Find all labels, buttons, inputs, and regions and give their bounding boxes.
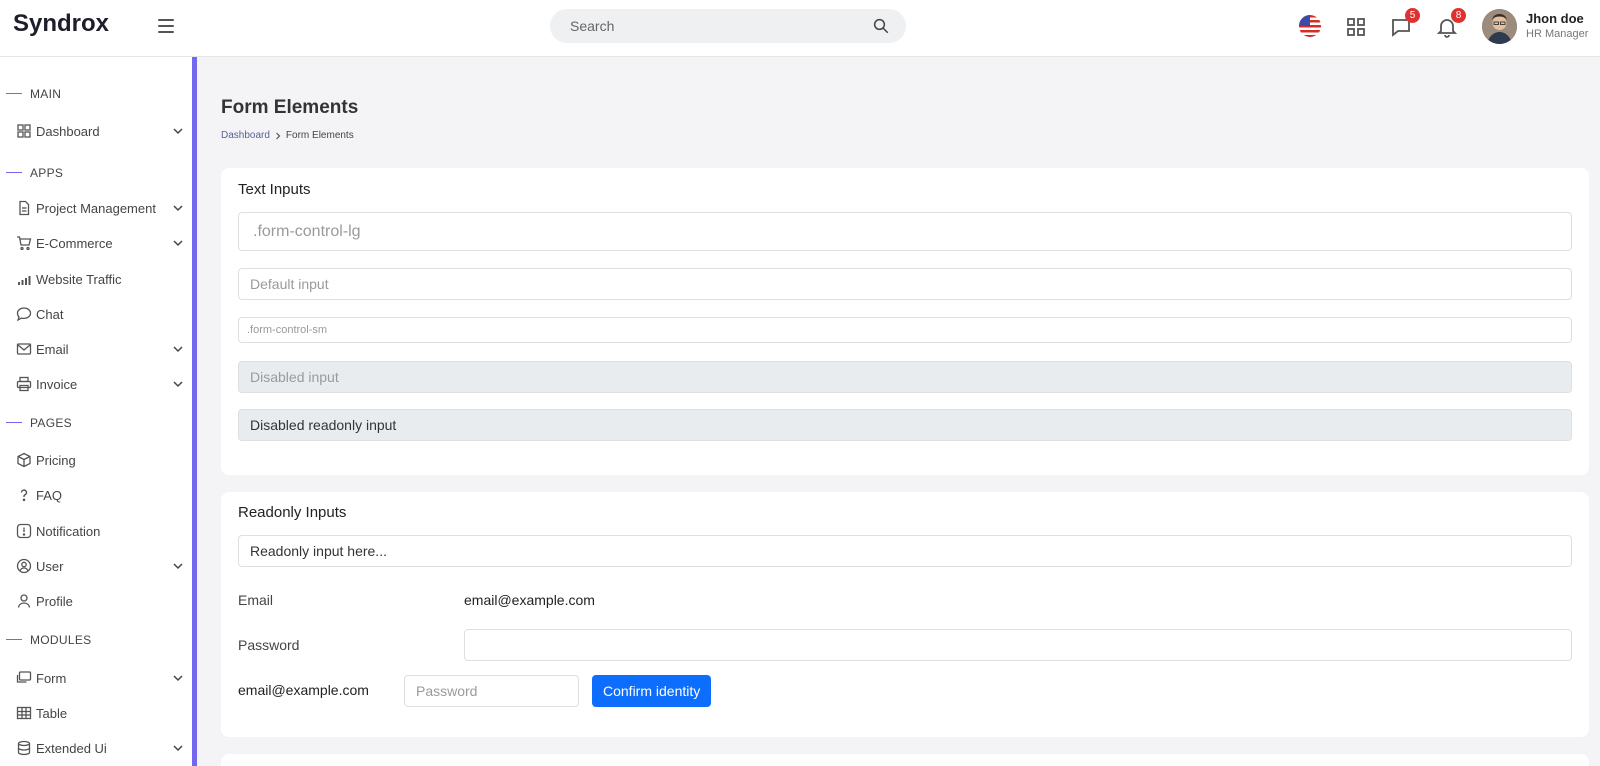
sidebar-item-ecommerce[interactable]: E-Commerce <box>0 229 192 257</box>
us-flag-icon[interactable] <box>1299 15 1321 37</box>
sidebar-item-notification[interactable]: Notification <box>0 517 192 545</box>
sidebar: MAIN Dashboard APPS Project Management E… <box>0 57 197 766</box>
user-circle-icon <box>16 558 32 574</box>
inline-password-input[interactable] <box>404 675 579 707</box>
chevron-down-icon <box>173 381 183 388</box>
breadcrumb: Dashboard Form Elements <box>221 130 354 141</box>
printer-icon <box>16 376 32 392</box>
chevron-down-icon <box>173 563 183 570</box>
sidebar-item-profile[interactable]: Profile <box>0 587 192 615</box>
user-name[interactable]: Jhon doe <box>1526 11 1584 26</box>
notification-badge: 8 <box>1451 8 1466 23</box>
inline-email-plaintext: email@example.com <box>238 682 369 698</box>
sidebar-item-pricing[interactable]: Pricing <box>0 446 192 474</box>
avatar[interactable] <box>1482 9 1517 44</box>
sidebar-item-extended-ui[interactable]: Extended Ui <box>0 734 192 762</box>
bar-chart-icon <box>18 276 31 285</box>
chat-badge: 5 <box>1405 8 1420 23</box>
sidebar-item-email[interactable]: Email <box>0 335 192 363</box>
cart-icon <box>17 236 32 251</box>
password-label: Password <box>238 637 300 653</box>
document-icon <box>19 200 30 216</box>
menu-toggle-icon[interactable] <box>158 19 174 33</box>
chevron-down-icon <box>173 128 183 135</box>
next-card <box>221 754 1589 766</box>
sidebar-item-faq[interactable]: FAQ <box>0 481 192 509</box>
card-title-readonly-inputs: Readonly Inputs <box>238 504 347 521</box>
sidebar-item-invoice[interactable]: Invoice <box>0 370 192 398</box>
form-control-lg-input[interactable] <box>238 212 1572 251</box>
apps-grid-icon[interactable] <box>1344 15 1368 39</box>
sidebar-item-table[interactable]: Table <box>0 699 192 727</box>
sidebar-item-chat[interactable]: Chat <box>0 300 192 328</box>
search-bar <box>550 9 906 43</box>
text-inputs-card: Text Inputs <box>221 168 1589 475</box>
card-title-text-inputs: Text Inputs <box>238 181 311 198</box>
sidebar-item-website-traffic[interactable]: Website Traffic <box>0 265 192 293</box>
confirm-identity-button[interactable]: Confirm identity <box>592 675 712 707</box>
breadcrumb-home-link[interactable]: Dashboard <box>221 130 270 141</box>
box-icon <box>17 452 31 468</box>
alert-icon <box>16 523 32 539</box>
chevron-down-icon <box>173 240 183 247</box>
chevron-down-icon <box>173 205 183 212</box>
sidebar-item-dashboard[interactable]: Dashboard <box>0 117 192 145</box>
password-input[interactable] <box>464 629 1572 661</box>
question-icon <box>20 489 28 502</box>
user-role: HR Manager <box>1526 28 1589 40</box>
form-icon <box>16 671 32 683</box>
readonly-inputs-card: Readonly Inputs Email email@example.com … <box>221 492 1589 737</box>
envelope-icon <box>16 343 32 355</box>
notifications-button[interactable]: 8 <box>1435 8 1466 39</box>
chevron-right-icon <box>275 132 281 139</box>
chevron-down-icon <box>173 346 183 353</box>
page-title: Form Elements <box>221 97 359 118</box>
person-icon <box>17 594 31 608</box>
grid-icon <box>17 124 31 138</box>
table-icon <box>16 706 32 720</box>
messages-button[interactable]: 5 <box>1389 8 1420 39</box>
search-input[interactable] <box>570 9 850 43</box>
search-icon[interactable] <box>872 17 890 35</box>
chat-bubble-icon <box>16 307 32 322</box>
sidebar-item-project-management[interactable]: Project Management <box>0 194 192 222</box>
top-header: Syndrox 5 8 <box>0 0 1600 57</box>
disabled-input <box>238 361 1572 393</box>
sidebar-item-form[interactable]: Form <box>0 664 192 692</box>
chevron-down-icon <box>173 675 183 682</box>
default-input[interactable] <box>238 268 1572 300</box>
email-plaintext: email@example.com <box>464 592 595 608</box>
disabled-readonly-input <box>238 409 1572 441</box>
form-control-sm-input[interactable] <box>238 317 1572 343</box>
sidebar-item-user[interactable]: User <box>0 552 192 580</box>
readonly-input[interactable] <box>238 535 1572 567</box>
breadcrumb-current: Form Elements <box>285 130 354 141</box>
app-logo[interactable]: Syndrox <box>13 10 109 38</box>
email-label: Email <box>238 592 274 608</box>
layers-icon <box>17 740 31 756</box>
chevron-down-icon <box>173 745 183 752</box>
